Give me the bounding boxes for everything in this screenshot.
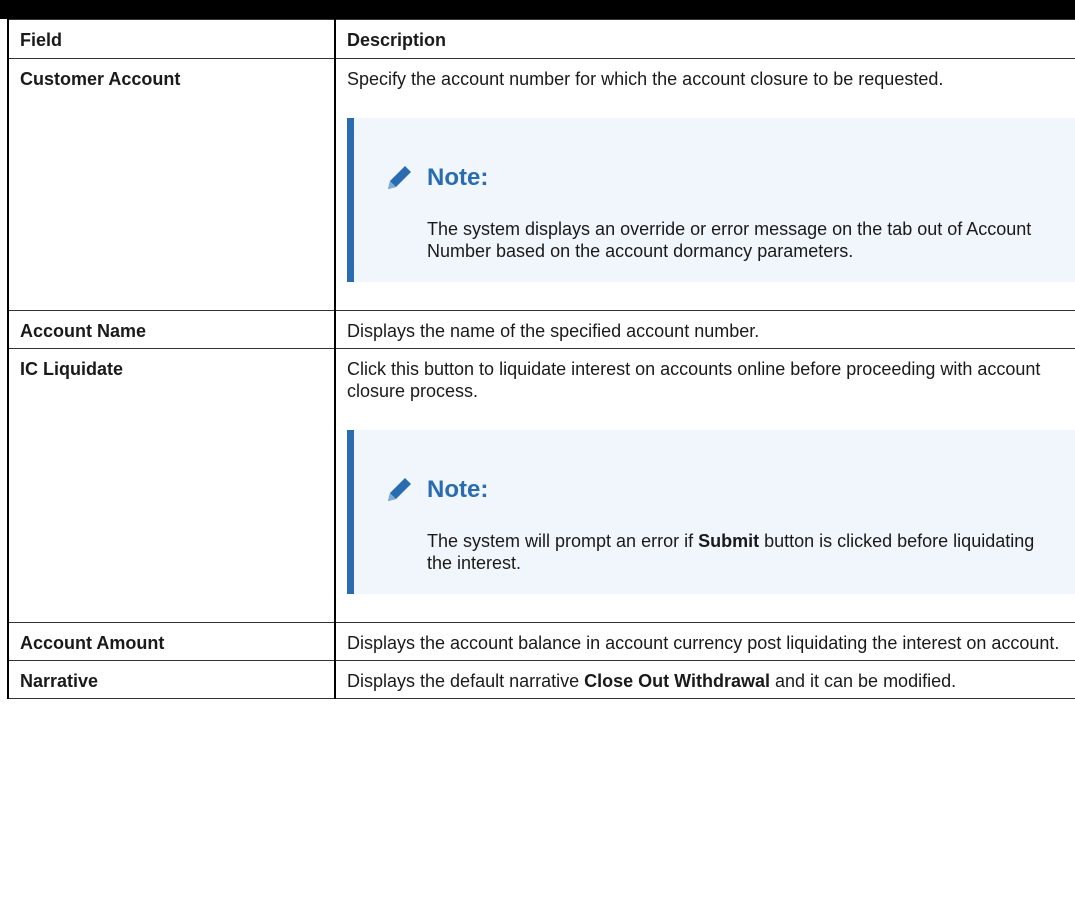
note-title: Note:: [427, 476, 489, 503]
column-header-description: Description: [334, 19, 1075, 59]
field-name: Narrative: [7, 660, 336, 699]
narrative-emphasis: Close Out Withdrawal: [584, 671, 770, 691]
description-text: Click this button to liquidate interest …: [347, 359, 1041, 401]
table-row: Account Name Displays the name of the sp…: [7, 310, 1075, 349]
field-description: Specify the account number for which the…: [334, 58, 1075, 311]
note-header: Note:: [381, 160, 1056, 196]
description-before: Displays the default narrative: [347, 671, 585, 691]
field-description: Displays the name of the specified accou…: [334, 310, 1075, 349]
note-text-before: The system will prompt an error if: [427, 531, 699, 551]
field-name: IC Liquidate: [7, 348, 336, 623]
submit-emphasis: Submit: [698, 531, 760, 551]
note-box: Note: The system displays an override or…: [347, 118, 1075, 282]
description-after: and it can be modified.: [769, 671, 957, 691]
field-name: Account Amount: [7, 622, 336, 661]
top-bar: [0, 0, 1075, 19]
note-text: The system displays an override or error…: [427, 219, 1032, 261]
note-header: Note:: [381, 472, 1056, 508]
field-description: Displays the account balance in account …: [334, 622, 1075, 661]
description-text: Specify the account number for which the…: [347, 69, 944, 89]
table-row: Customer Account Specify the account num…: [7, 58, 1075, 311]
table-row: Narrative Displays the default narrative…: [7, 660, 1075, 699]
field-description: Displays the default narrative Close Out…: [334, 660, 1075, 699]
note-box: Note: The system will prompt an error if…: [347, 430, 1075, 594]
field-name: Customer Account: [7, 58, 336, 311]
table-row: IC Liquidate Click this button to liquid…: [7, 348, 1075, 623]
pencil-icon: [388, 478, 411, 501]
note-text: The system will prompt an error if Submi…: [427, 530, 1056, 574]
note-title: Note:: [427, 164, 489, 191]
field-description-table: Field Description Customer Account Speci…: [7, 19, 1075, 699]
pencil-icon: [388, 166, 411, 189]
table-row: Account Amount Displays the account bala…: [7, 622, 1075, 661]
table-header-row: Field Description: [7, 19, 1075, 59]
field-name: Account Name: [7, 310, 336, 349]
field-description: Click this button to liquidate interest …: [334, 348, 1075, 623]
column-header-field: Field: [7, 19, 336, 59]
